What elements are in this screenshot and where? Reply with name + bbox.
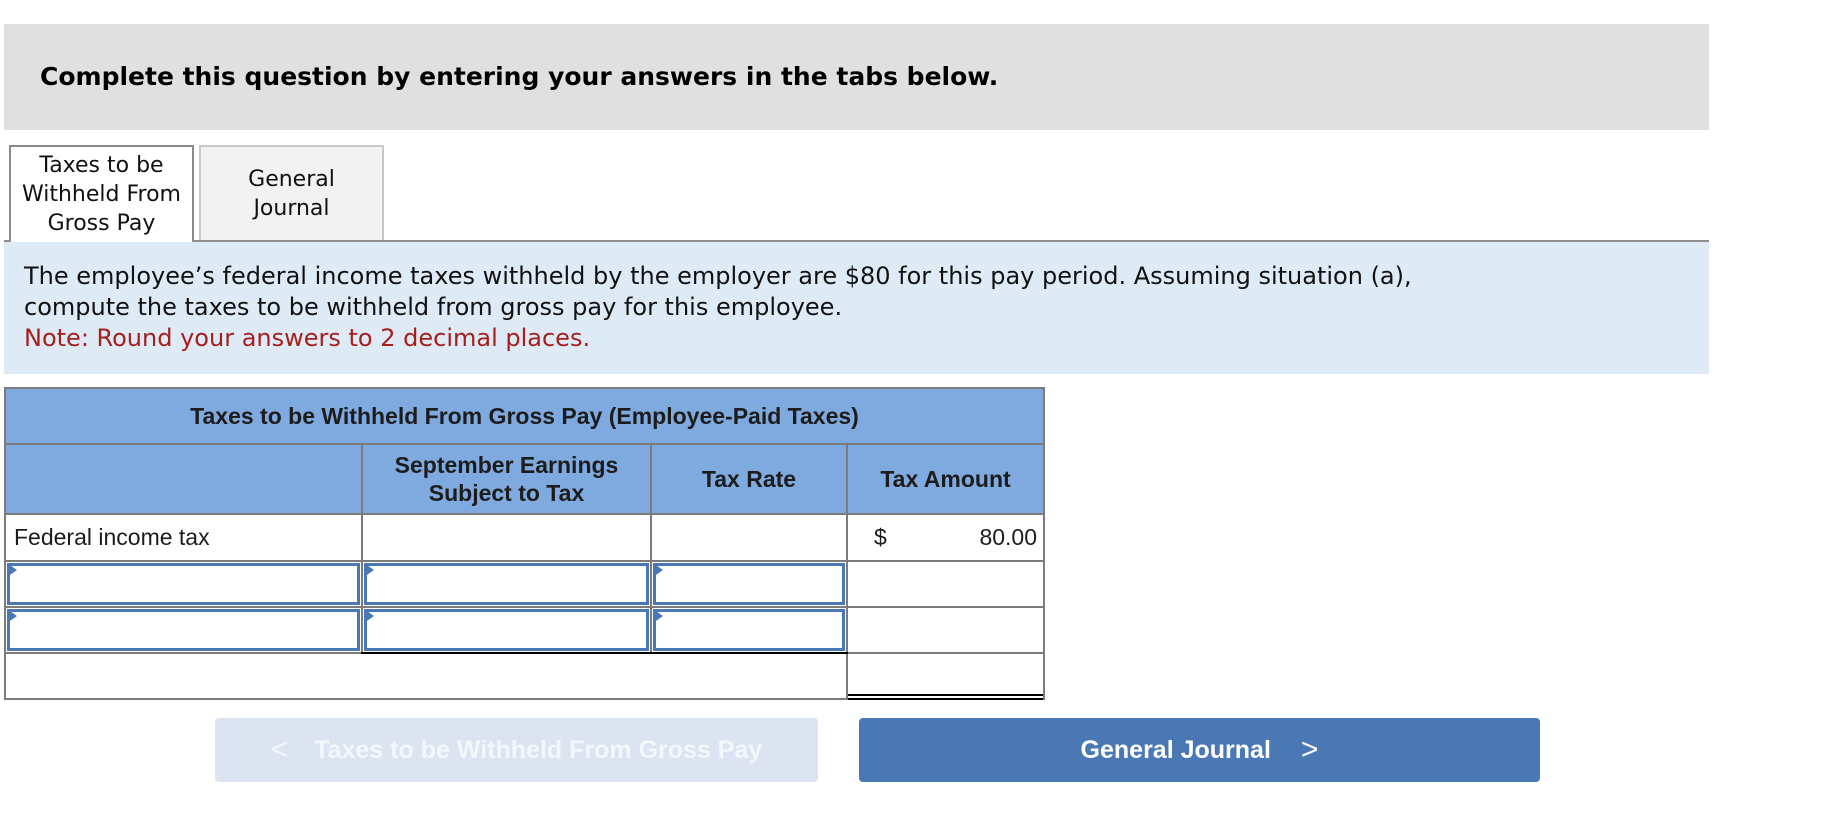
earnings-input[interactable] xyxy=(367,612,646,648)
next-tab-button[interactable]: General Journal > xyxy=(859,718,1540,782)
rounding-note: Note: Round your answers to 2 decimal pl… xyxy=(24,324,591,352)
tax-rate-input[interactable] xyxy=(656,612,842,648)
input-flag-icon xyxy=(364,563,374,577)
table-row: Federal income tax $ 80.00 xyxy=(4,513,1045,562)
header-line: September Earnings xyxy=(394,452,619,478)
dropdown-flag-icon xyxy=(7,609,17,623)
column-header-earnings: September Earnings Subject to Tax xyxy=(361,443,652,515)
column-header-blank xyxy=(4,443,363,515)
header-line: Subject to Tax xyxy=(428,480,585,506)
tab-label-line: Journal xyxy=(253,196,330,221)
table-row xyxy=(4,606,1045,654)
tax-name-input-cell[interactable] xyxy=(4,606,363,654)
total-row xyxy=(4,652,1045,700)
previous-tab-label: Taxes to be Withheld From Gross Pay xyxy=(314,735,763,764)
dropdown-flag-icon xyxy=(7,563,17,577)
tab-general-journal[interactable]: General Journal xyxy=(199,145,384,241)
table-title: Taxes to be Withheld From Gross Pay (Emp… xyxy=(4,387,1045,445)
tax-amount-value: 80.00 xyxy=(979,524,1037,550)
tax-rate-input[interactable] xyxy=(656,566,842,602)
chevron-right-icon: > xyxy=(1300,733,1319,766)
total-rule xyxy=(361,652,848,654)
tax-rate-input-cell[interactable] xyxy=(650,560,848,608)
tab-taxes-withheld[interactable]: Taxes to be Withheld From Gross Pay xyxy=(9,145,194,242)
row-label: Federal income tax xyxy=(4,513,363,562)
column-header-tax-amount: Tax Amount xyxy=(846,443,1045,515)
input-flag-icon xyxy=(364,609,374,623)
tax-amount-cell: $ 80.00 xyxy=(846,513,1045,562)
earnings-input[interactable] xyxy=(367,566,646,602)
tax-name-input[interactable] xyxy=(10,566,357,602)
question-panel: The employee’s federal income taxes with… xyxy=(4,240,1709,374)
tax-name-input-cell[interactable] xyxy=(4,560,363,608)
earnings-cell xyxy=(361,513,652,562)
tax-rate-input-cell[interactable] xyxy=(650,606,848,654)
tax-amount-cell xyxy=(846,606,1045,654)
total-label-cell xyxy=(4,652,848,700)
next-tab-label: General Journal xyxy=(1080,735,1271,764)
taxes-withheld-table: Taxes to be Withheld From Gross Pay (Emp… xyxy=(4,387,1045,700)
banner-title: Complete this question by entering your … xyxy=(40,62,999,91)
double-underline xyxy=(848,694,1043,700)
tax-rate-cell xyxy=(650,513,848,562)
table-row xyxy=(4,560,1045,608)
chevron-left-icon: < xyxy=(270,733,289,766)
tab-label-line: Taxes to be xyxy=(39,153,164,178)
previous-tab-button[interactable]: < Taxes to be Withheld From Gross Pay xyxy=(215,718,818,782)
earnings-input-cell[interactable] xyxy=(361,560,652,608)
input-flag-icon xyxy=(653,563,663,577)
earnings-input-cell[interactable] xyxy=(361,606,652,654)
total-amount-cell xyxy=(846,652,1045,700)
input-flag-icon xyxy=(653,609,663,623)
currency-symbol: $ xyxy=(874,524,887,550)
column-header-tax-rate: Tax Rate xyxy=(650,443,848,515)
tax-amount-cell xyxy=(846,560,1045,608)
tab-label-line: Gross Pay xyxy=(47,211,156,236)
tax-name-input[interactable] xyxy=(10,612,357,648)
question-text: The employee’s federal income taxes with… xyxy=(24,262,1412,321)
tab-label-line: General xyxy=(248,167,335,192)
instruction-banner: Complete this question by entering your … xyxy=(4,24,1709,130)
tab-label-line: Withheld From xyxy=(21,182,181,207)
